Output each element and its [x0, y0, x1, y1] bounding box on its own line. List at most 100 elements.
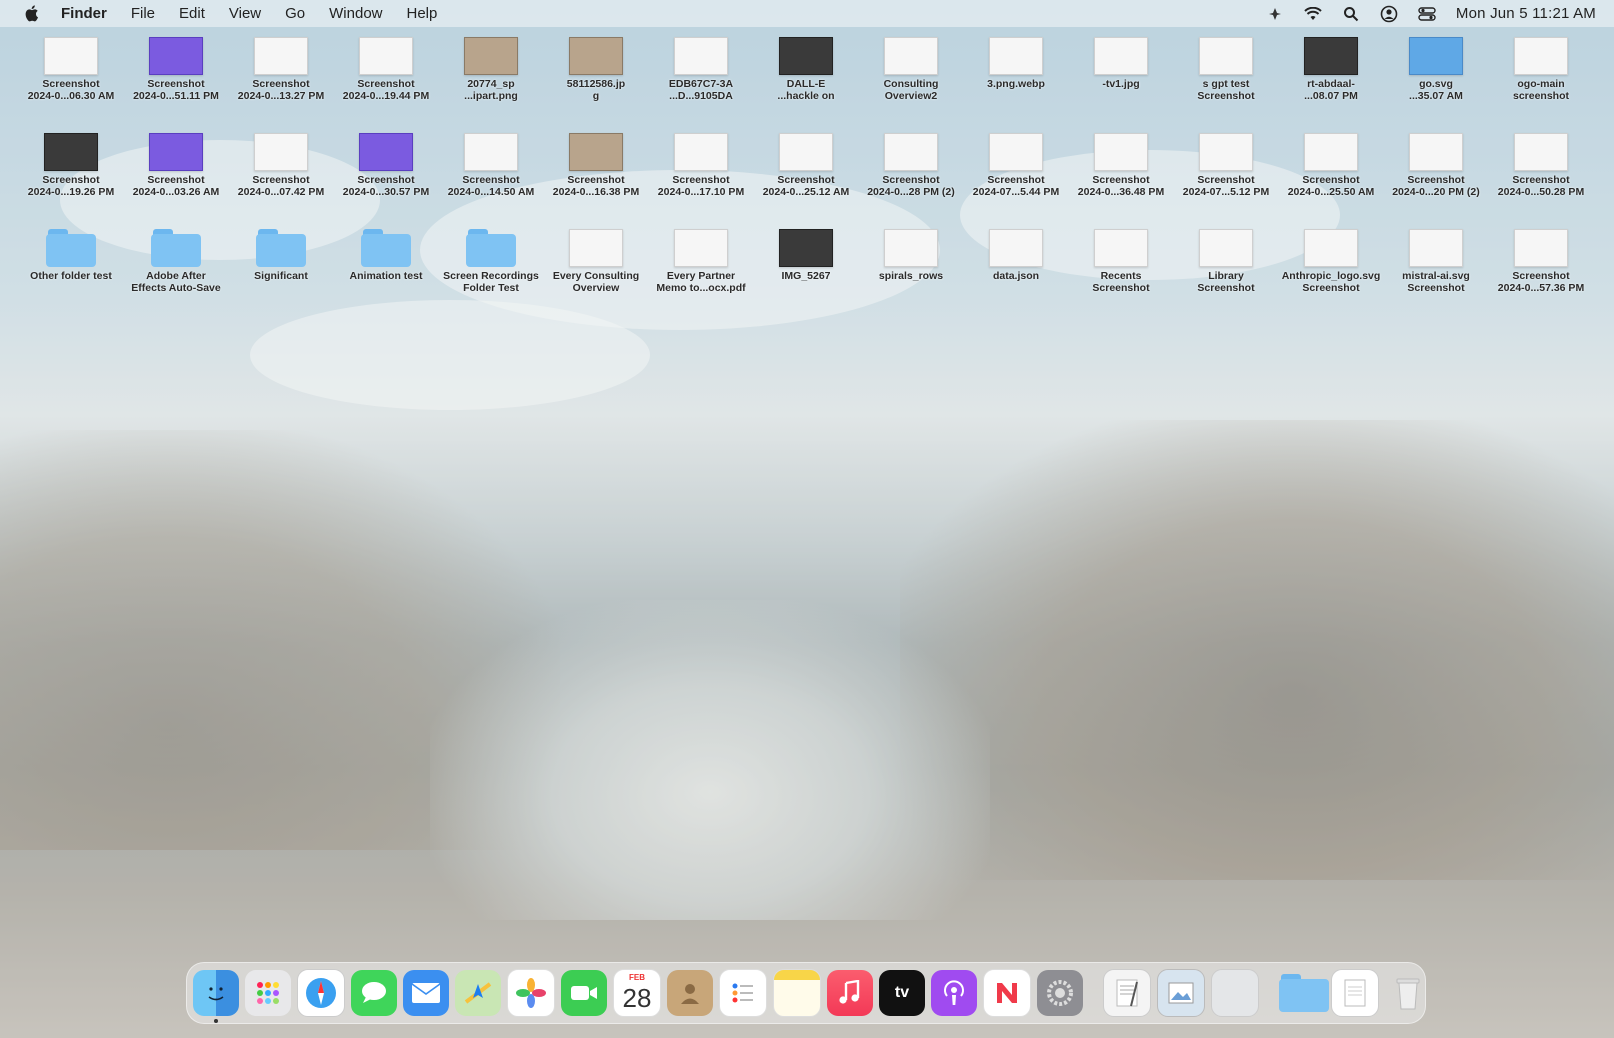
desktop-file[interactable]: Screenshot 2024-0...14.50 AM	[440, 133, 542, 198]
desktop-item-label: Anthropic_logo.svg Screenshot	[1281, 270, 1381, 294]
desktop-file[interactable]: Screenshot 2024-0...16.38 PM	[545, 133, 647, 198]
downloads-folder-icon[interactable]	[1279, 970, 1329, 1016]
maps-icon[interactable]	[455, 970, 501, 1016]
desktop-item-label: data.json	[992, 270, 1040, 282]
desktop-file[interactable]: Recents Screenshot	[1070, 229, 1172, 294]
mail-icon[interactable]	[403, 970, 449, 1016]
file-thumbnail-icon	[1304, 133, 1358, 171]
desktop-file[interactable]: rt-abdaal- ...08.07 PM	[1280, 37, 1382, 102]
reminders-icon[interactable]	[719, 969, 767, 1017]
desktop-file[interactable]: Every Consulting Overview	[545, 229, 647, 294]
trash-icon[interactable]	[1385, 970, 1431, 1016]
desktop-file[interactable]: Screenshot 2024-0...50.28 PM	[1490, 133, 1592, 198]
desktop-file[interactable]: Screenshot 2024-0...07.42 PM	[230, 133, 332, 198]
search-icon[interactable]	[1342, 5, 1360, 23]
desktop-item-label: Adobe After Effects Auto-Save	[131, 270, 221, 294]
messages-icon[interactable]	[351, 970, 397, 1016]
blank-app-icon[interactable]	[1211, 969, 1259, 1017]
desktop-folder[interactable]: Other folder test	[20, 229, 122, 282]
menu-help[interactable]: Help	[407, 5, 438, 22]
desktop-file[interactable]: Screenshot 2024-0...19.26 PM	[20, 133, 122, 198]
document-icon[interactable]	[1331, 969, 1379, 1017]
desktop-file[interactable]: 58112586.jp g	[545, 37, 647, 102]
preview-icon[interactable]	[1157, 969, 1205, 1017]
menu-edit[interactable]: Edit	[179, 5, 205, 22]
desktop-item-label: Screenshot 2024-0...14.50 AM	[447, 174, 535, 198]
desktop-folder[interactable]: Adobe After Effects Auto-Save	[125, 229, 227, 294]
file-thumbnail-icon	[1094, 133, 1148, 171]
file-thumbnail-icon	[254, 37, 308, 75]
desktop-folder[interactable]: Animation test	[335, 229, 437, 282]
desktop-file[interactable]: Screenshot 2024-0...06.30 AM	[20, 37, 122, 102]
desktop-file[interactable]: s gpt test Screenshot	[1175, 37, 1277, 102]
desktop-file[interactable]: -tv1.jpg	[1070, 37, 1172, 90]
desktop-file[interactable]: Screenshot 2024-0...25.12 AM	[755, 133, 857, 198]
wifi-icon[interactable]	[1304, 5, 1322, 23]
desktop-file[interactable]: Screenshot 2024-0...17.10 PM	[650, 133, 752, 198]
desktop-item-label: Consulting Overview2	[883, 78, 939, 102]
desktop-file[interactable]: DALL-E ...hackle on	[755, 37, 857, 102]
news-icon[interactable]	[983, 969, 1031, 1017]
desktop-file[interactable]: Screenshot 2024-07...5.44 PM	[965, 133, 1067, 198]
desktop-file[interactable]: Anthropic_logo.svg Screenshot	[1280, 229, 1382, 294]
finder-icon[interactable]	[193, 970, 239, 1023]
file-thumbnail-icon	[884, 133, 938, 171]
desktop-file[interactable]: Screenshot 2024-0...25.50 AM	[1280, 133, 1382, 198]
menu-bar-clock[interactable]: Mon Jun 5 11:21 AM	[1456, 5, 1596, 22]
desktop-folder[interactable]: Significant	[230, 229, 332, 282]
file-thumbnail-icon	[569, 37, 623, 75]
menu-file[interactable]: File	[131, 5, 155, 22]
desktop-file[interactable]: data.json	[965, 229, 1067, 282]
desktop-file[interactable]: EDB67C7-3A ...D...9105DA	[650, 37, 752, 102]
facetime-icon[interactable]	[561, 970, 607, 1016]
podcasts-icon[interactable]	[931, 970, 977, 1016]
desktop-item-label: mistral-ai.svg Screenshot	[1402, 270, 1470, 294]
desktop-file[interactable]: spirals_rows	[860, 229, 962, 282]
menu-go[interactable]: Go	[285, 5, 305, 22]
desktop-file[interactable]: go.svg ...35.07 AM	[1385, 37, 1487, 102]
menu-finder[interactable]: Finder	[61, 5, 107, 22]
desktop-file[interactable]: mistral-ai.svg Screenshot	[1385, 229, 1487, 294]
desktop-file[interactable]: Screenshot 2024-0...51.11 PM	[125, 37, 227, 102]
desktop-file[interactable]: Screenshot 2024-0...30.57 PM	[335, 133, 437, 198]
airdrop-icon[interactable]	[1266, 5, 1284, 23]
calendar-month: FEB	[629, 973, 645, 982]
desktop-file[interactable]: Screenshot 2024-07...5.12 PM	[1175, 133, 1277, 198]
menu-view[interactable]: View	[229, 5, 261, 22]
desktop-file[interactable]: 3.png.webp	[965, 37, 1067, 90]
music-icon[interactable]	[827, 970, 873, 1016]
desktop-file[interactable]: Screenshot 2024-0...20 PM (2)	[1385, 133, 1487, 198]
file-thumbnail-icon	[779, 229, 833, 267]
desktop-item-label: Screenshot 2024-0...19.44 PM	[342, 78, 430, 102]
notes-icon[interactable]	[773, 969, 821, 1017]
desktop-file[interactable]: Screenshot 2024-0...19.44 PM	[335, 37, 437, 102]
textedit-icon[interactable]	[1103, 969, 1151, 1017]
control-center-icon[interactable]	[1418, 5, 1436, 23]
desktop-file[interactable]: Library Screenshot	[1175, 229, 1277, 294]
safari-icon[interactable]	[297, 969, 345, 1017]
desktop-file[interactable]: ogo-main screenshot	[1490, 37, 1592, 102]
calendar-icon[interactable]: FEB 28	[613, 969, 661, 1017]
file-thumbnail-icon	[1409, 37, 1463, 75]
desktop-file[interactable]: IMG_5267	[755, 229, 857, 282]
user-icon[interactable]	[1380, 5, 1398, 23]
file-thumbnail-icon	[884, 229, 938, 267]
desktop-file[interactable]: Consulting Overview2	[860, 37, 962, 102]
tv-icon[interactable]: tv	[879, 970, 925, 1016]
desktop-item-label: -tv1.jpg	[1102, 78, 1140, 90]
desktop-file[interactable]: Screenshot 2024-0...28 PM (2)	[860, 133, 962, 198]
desktop-file[interactable]: Screenshot 2024-0...03.26 AM	[125, 133, 227, 198]
desktop-folder[interactable]: Screen Recordings Folder Test	[440, 229, 542, 294]
system-settings-icon[interactable]	[1037, 970, 1083, 1016]
menu-window[interactable]: Window	[329, 5, 382, 22]
contacts-icon[interactable]	[667, 970, 713, 1016]
desktop-file[interactable]: Screenshot 2024-0...57.36 PM	[1490, 229, 1592, 294]
desktop-item-label: Screenshot 2024-0...28 PM (2)	[867, 174, 955, 198]
desktop-file[interactable]: Screenshot 2024-0...13.27 PM	[230, 37, 332, 102]
desktop-file[interactable]: Screenshot 2024-0...36.48 PM	[1070, 133, 1172, 198]
photos-icon[interactable]	[507, 969, 555, 1017]
apple-menu-icon[interactable]	[21, 4, 41, 23]
launchpad-icon[interactable]	[245, 970, 291, 1016]
desktop-file[interactable]: Every Partner Memo to...ocx.pdf	[650, 229, 752, 294]
desktop-file[interactable]: 20774_sp ...ipart.png	[440, 37, 542, 102]
